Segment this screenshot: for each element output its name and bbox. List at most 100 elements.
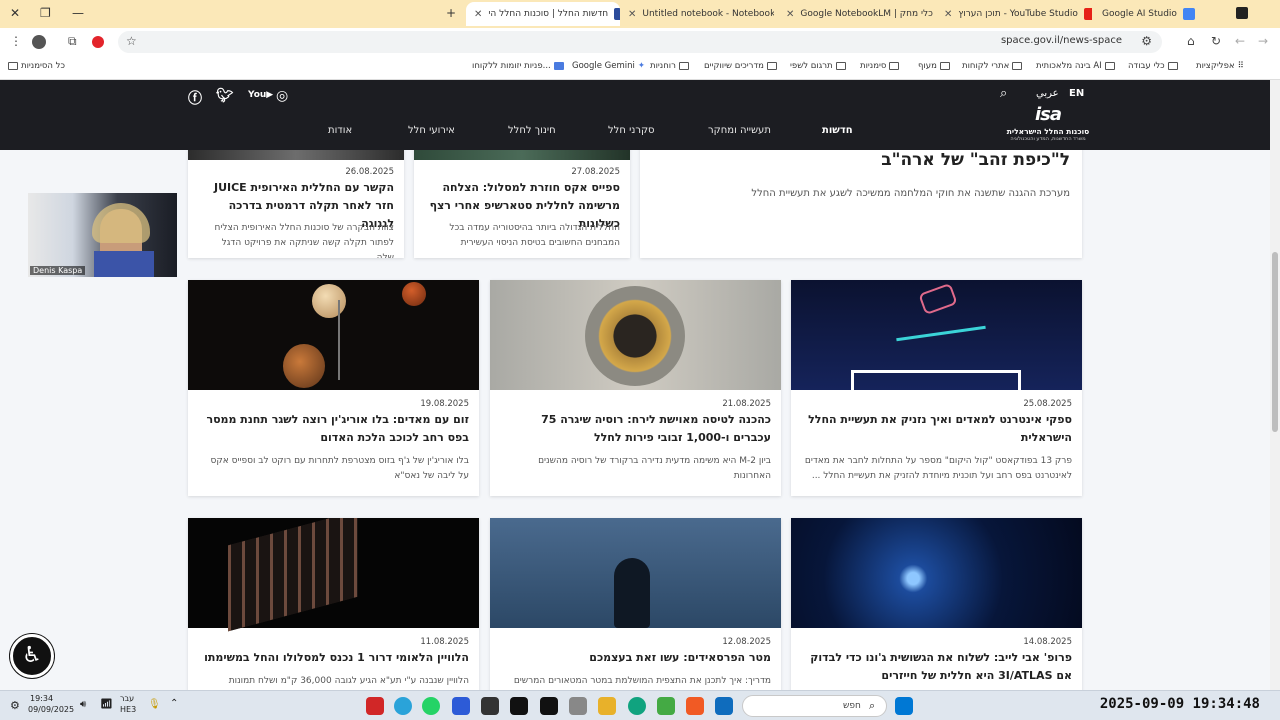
lang-ar[interactable]: عربي bbox=[1036, 88, 1059, 99]
whatsapp-icon[interactable] bbox=[422, 697, 440, 715]
acrobat-icon[interactable] bbox=[366, 697, 384, 715]
menu-kebab-icon[interactable]: ⋮ bbox=[10, 34, 22, 48]
nav-space-curious[interactable]: סקרני חלל bbox=[608, 125, 655, 136]
nav-space-events[interactable]: אירועי חלל bbox=[408, 125, 455, 136]
card-image bbox=[490, 280, 781, 390]
bookmark-all[interactable]: כל הסימניות bbox=[8, 61, 65, 71]
close-tab-icon[interactable]: ✕ bbox=[474, 9, 482, 20]
news-card[interactable]: 11.08.2025 הלוויין הלאומי דרור 1 נכנס למ… bbox=[188, 518, 479, 690]
restore-window-icon[interactable]: ❐ bbox=[40, 6, 51, 20]
news-card[interactable]: 27.08.2025 ספייס אקס חוזרת למסלול: הצלחה… bbox=[414, 150, 630, 258]
nav-about[interactable]: אודות bbox=[328, 125, 352, 136]
chatgpt-icon[interactable] bbox=[628, 697, 646, 715]
telegram-icon[interactable] bbox=[394, 697, 412, 715]
tab-notebook-untitled[interactable]: ✕ Untitled notebook - NotebookL bbox=[628, 2, 774, 26]
close-tab-icon[interactable]: ✕ bbox=[628, 9, 636, 20]
bookmark-item[interactable]: רוחניות bbox=[650, 61, 689, 71]
brave-icon[interactable] bbox=[686, 697, 704, 715]
windows-start-icon[interactable] bbox=[895, 697, 913, 715]
folder-icon bbox=[939, 62, 950, 70]
news-card[interactable]: 25.08.2025 ספקי אינטרנט למאדים ואיך נזני… bbox=[791, 280, 1082, 496]
card-title[interactable]: זום עם מאדים: בלו אוריג'ין רוצה לשגר תחנ… bbox=[198, 411, 469, 447]
twitter-icon[interactable]: 🐦︎ bbox=[216, 88, 234, 104]
logo-name: סוכנות החלל הישראלית bbox=[1006, 127, 1090, 136]
site-settings-icon[interactable]: ⚙ bbox=[1141, 34, 1152, 48]
bookmark-apps[interactable]: אפליקציות ⠿ bbox=[1196, 61, 1244, 71]
bookmark-item[interactable]: בינה מלאכותית AI bbox=[1036, 61, 1115, 71]
bookmark-item[interactable]: מעוף bbox=[918, 61, 950, 71]
scrollbar-thumb[interactable] bbox=[1272, 252, 1278, 432]
close-tab-icon[interactable]: ✕ bbox=[786, 9, 794, 20]
back-icon[interactable]: → bbox=[1258, 34, 1268, 48]
minimize-window-icon[interactable]: — bbox=[72, 6, 84, 20]
capture-icon[interactable] bbox=[481, 697, 499, 715]
tab-space-news[interactable]: ✕ חדשות החלל | סוכנות החלל הי bbox=[466, 2, 620, 26]
nav-space-education[interactable]: חינוך לחלל bbox=[508, 125, 556, 136]
isa-logo[interactable]: isa סוכנות החלל הישראלית משרד החדשנות, ה… bbox=[1000, 104, 1096, 146]
page-scrollbar[interactable] bbox=[1270, 80, 1280, 690]
youtube-icon[interactable]: You▶ bbox=[248, 90, 273, 100]
instagram-icon[interactable]: ◎ bbox=[276, 88, 288, 104]
editor-icon[interactable] bbox=[569, 697, 587, 715]
address-bar[interactable]: ☆ space.gov.il/news-space ⚙ bbox=[118, 31, 1162, 53]
bookmark-item[interactable]: אתרי לקוחות bbox=[962, 61, 1023, 71]
news-card[interactable]: 21.08.2025 כהכנה לטיסה מאוישת לירח: רוסי… bbox=[490, 280, 781, 496]
taskbar-search[interactable]: חפש ⌕ bbox=[742, 695, 887, 717]
featured-desc: מערכת ההגנה שתשנה את חוקי המלחמה ממשיכה … bbox=[751, 188, 1070, 199]
zoom-icon[interactable] bbox=[452, 697, 470, 715]
outlook-icon[interactable] bbox=[715, 697, 733, 715]
card-title[interactable]: מטר הפרסאידים: עשו זאת בעצמכם bbox=[500, 649, 771, 667]
forward-icon[interactable]: ← bbox=[1235, 34, 1245, 48]
bookmark-item[interactable]: מדריכים שיווקיים bbox=[704, 61, 777, 71]
tab-ai-studio[interactable]: Google AI Studio bbox=[1102, 2, 1222, 26]
card-image bbox=[188, 280, 479, 390]
featured-card[interactable]: ל"כיפת זהב" של ארה"ב מערכת ההגנה שתשנה א… bbox=[640, 150, 1082, 258]
card-desc: מדריך: איך לתכנן את התצפית המושלמת במטר … bbox=[513, 676, 771, 686]
bookmark-item[interactable]: כלי עבודה bbox=[1128, 61, 1178, 71]
card-title[interactable]: פרופ' אבי לייב: לשלוח את הגשושית ג'ונו כ… bbox=[801, 649, 1072, 685]
card-title[interactable]: ספקי אינטרנט למאדים ואיך נזניק את תעשיית… bbox=[801, 411, 1072, 447]
accessibility-icon[interactable]: ♿︎ bbox=[10, 634, 54, 678]
news-card[interactable]: 26.08.2025 הקשר עם החללית האירופית JUICE… bbox=[188, 150, 404, 258]
microphone-icon[interactable]: 🎙︎ bbox=[148, 699, 161, 710]
facebook-icon[interactable]: ⓕ bbox=[188, 88, 202, 108]
bookmark-item[interactable]: סימניות bbox=[860, 61, 900, 71]
file-explorer-icon[interactable] bbox=[598, 697, 616, 715]
settings-icon[interactable]: ⚙ bbox=[10, 699, 20, 712]
card-desc: החללית הגדולה ביותר בהיסטוריה עמדה בכל ה… bbox=[449, 223, 620, 248]
news-card[interactable]: 12.08.2025 מטר הפרסאידים: עשו זאת בעצמכם… bbox=[490, 518, 781, 690]
lang-en[interactable]: EN bbox=[1069, 88, 1084, 99]
bookmark-item[interactable]: פניות יזומות ללקוחו... bbox=[472, 61, 564, 71]
news-card[interactable]: 19.08.2025 זום עם מאדים: בלו אוריג'ין רו… bbox=[188, 280, 479, 496]
tiktok-icon[interactable] bbox=[510, 697, 528, 715]
close-window-icon[interactable]: ✕ bbox=[10, 6, 20, 20]
nav-industry-research[interactable]: תעשייה ומחקר bbox=[708, 125, 771, 136]
tab-search-icon[interactable] bbox=[1236, 7, 1248, 19]
tab-youtube-studio[interactable]: ✕ תוכן הערוץ - YouTube Studio bbox=[944, 2, 1092, 26]
chevron-up-icon[interactable]: ⌃ bbox=[170, 698, 178, 709]
card-title[interactable]: הלוויין הלאומי דרור 1 נכנס למסלולו והחל … bbox=[198, 649, 469, 667]
card-image bbox=[490, 518, 781, 628]
card-date: 27.08.2025 bbox=[571, 167, 620, 177]
reload-icon[interactable]: ↻ bbox=[1211, 34, 1221, 48]
chrome-icon[interactable] bbox=[657, 697, 675, 715]
tab-notebooklm[interactable]: ✕ Google NotebookLM | כלי מחק bbox=[786, 2, 934, 26]
home-icon[interactable]: ⌂ bbox=[1187, 34, 1195, 48]
new-tab-icon[interactable]: + bbox=[446, 6, 456, 20]
input-language[interactable]: עבר bbox=[120, 694, 134, 703]
bookmark-item[interactable]: Google Gemini ✦ bbox=[572, 61, 645, 71]
news-card[interactable]: 14.08.2025 פרופ' אבי לייב: לשלוח את הגשו… bbox=[791, 518, 1082, 690]
bookmark-star-icon[interactable]: ☆ bbox=[126, 34, 137, 48]
profile-avatar[interactable] bbox=[32, 35, 46, 49]
wifi-icon[interactable]: 📶︎ bbox=[100, 699, 113, 710]
bookmark-item[interactable]: תרגום לשפי bbox=[790, 61, 846, 71]
close-tab-icon[interactable]: ✕ bbox=[944, 9, 952, 20]
extensions-icon[interactable]: ⧉ bbox=[68, 34, 77, 49]
capcut-icon[interactable] bbox=[540, 697, 558, 715]
opera-icon[interactable] bbox=[92, 36, 104, 48]
volume-icon[interactable]: 🔊︎ bbox=[80, 699, 86, 710]
card-title[interactable]: כהכנה לטיסה מאוישת לירח: רוסיה שיגרה 75 … bbox=[500, 411, 771, 447]
search-icon[interactable]: ⌕ bbox=[1000, 86, 1007, 101]
featured-title[interactable]: ל"כיפת זהב" של ארה"ב bbox=[881, 150, 1070, 170]
nav-news[interactable]: חדשות bbox=[822, 125, 853, 136]
